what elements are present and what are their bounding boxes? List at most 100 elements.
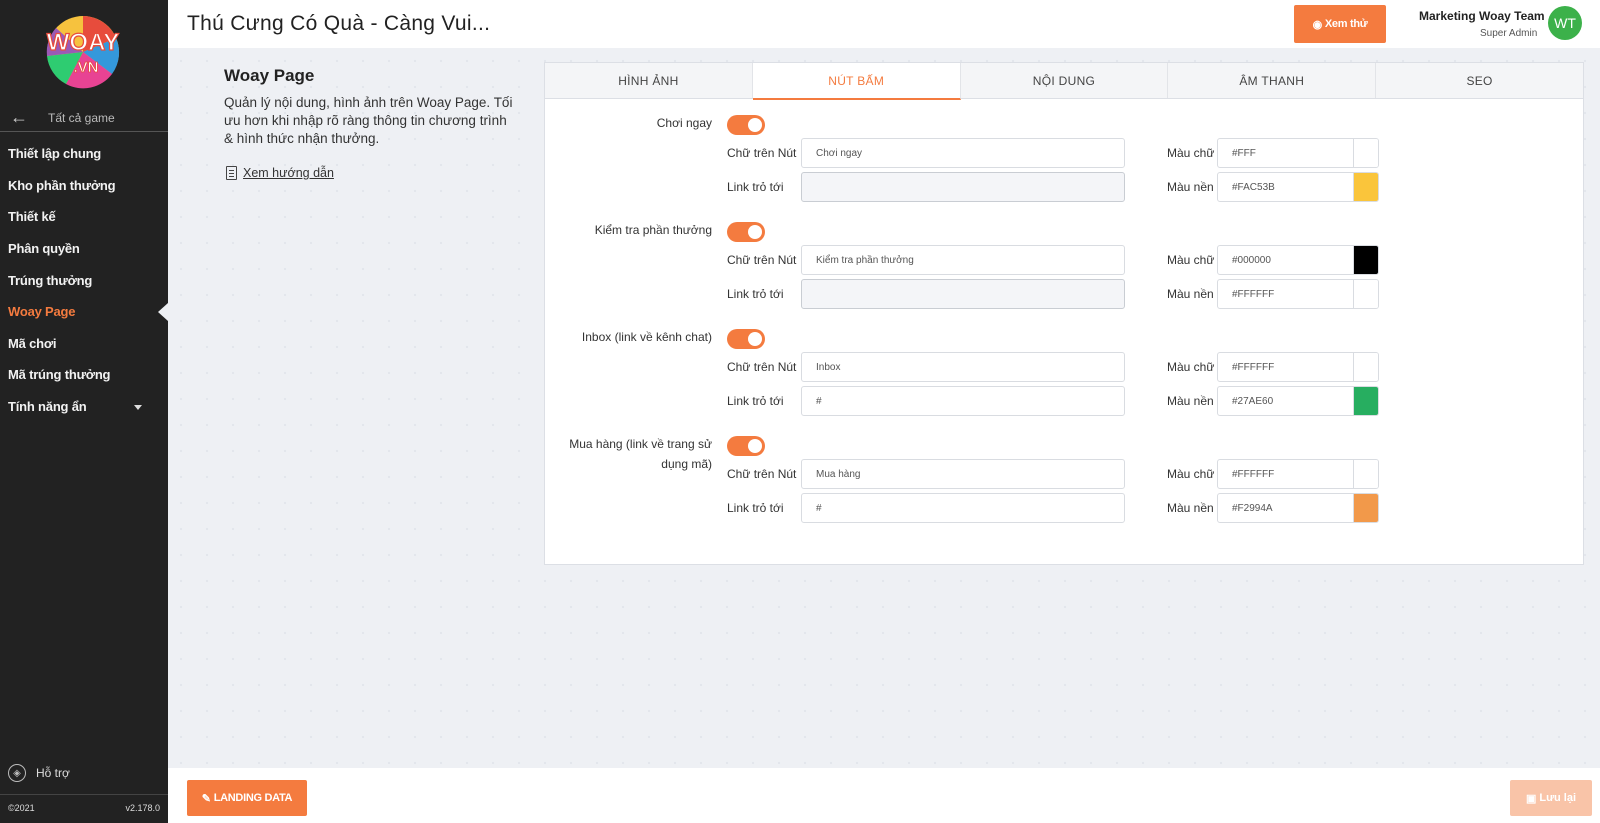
bg-color-value: #F2994A	[1232, 502, 1273, 514]
pencil-icon: ✎	[201, 792, 211, 805]
tab-bar: HÌNH ẢNH NÚT BẤM NỘI DUNG ÂM THANH SEO	[545, 63, 1583, 100]
bg-color-swatch[interactable]	[1353, 494, 1378, 522]
bg-color-field[interactable]: #F2994A	[1217, 493, 1379, 523]
back-to-all-games[interactable]: ← Tất cả game	[0, 104, 168, 132]
section-title: Woay Page	[224, 66, 315, 85]
button-text-label: Chữ trên Nút	[727, 253, 797, 267]
text-color-label: Màu chữ	[1167, 146, 1215, 160]
page-title: Thú Cưng Có Quà - Càng Vui...	[187, 12, 491, 35]
sidebar-item-winners[interactable]: Trúng thưởng	[0, 264, 168, 296]
text-color-swatch[interactable]	[1353, 353, 1378, 381]
link-input[interactable]	[801, 279, 1125, 309]
preview-button[interactable]: ◉ Xem thử	[1294, 5, 1386, 43]
text-color-field[interactable]: #FFFFFF	[1217, 459, 1379, 489]
logo-sub: .VN	[73, 59, 98, 76]
bg-color-value: #FAC53B	[1232, 181, 1275, 193]
text-color-label: Màu chữ	[1167, 253, 1215, 267]
text-color-label: Màu chữ	[1167, 360, 1215, 374]
sidebar-item-rewards[interactable]: Kho phần thưởng	[0, 170, 168, 202]
text-color-field[interactable]: #FFF	[1217, 138, 1379, 168]
eye-icon: ◉	[1312, 18, 1323, 31]
link-input[interactable]	[801, 172, 1125, 202]
landing-data-button[interactable]: ✎ LANDING DATA	[187, 780, 307, 816]
button-text-label: Chữ trên Nút	[727, 146, 797, 160]
sidebar-item-permissions[interactable]: Phân quyền	[0, 233, 168, 265]
button-text-input[interactable]: Inbox	[801, 352, 1125, 382]
enable-toggle[interactable]	[727, 222, 765, 242]
woay-logo[interactable]: WOAY .VN	[36, 12, 130, 90]
sidebar-item-general-settings[interactable]: Thiết lập chung	[0, 138, 168, 170]
avatar[interactable]: WT	[1548, 6, 1582, 40]
text-color-value: #FFF	[1232, 147, 1256, 159]
guide-link[interactable]: Xem hướng dẫn	[226, 166, 334, 180]
link-label: Link trỏ tới	[727, 180, 784, 194]
text-color-value: #FFFFFF	[1232, 468, 1275, 480]
top-header: Thú Cưng Có Quà - Càng Vui... ◉ Xem thử …	[168, 0, 1600, 48]
bottom-action-bar: ✎ LANDING DATA ▣ Lưu lại	[168, 768, 1600, 823]
text-color-value: #000000	[1232, 254, 1271, 266]
save-button[interactable]: ▣ Lưu lại	[1510, 780, 1592, 816]
text-color-field[interactable]: #000000	[1217, 245, 1379, 275]
button-text-input[interactable]: Kiểm tra phần thưởng	[801, 245, 1125, 275]
sidebar-item-hidden-features[interactable]: Tính năng ẩn	[0, 391, 168, 423]
group-label: Inbox (link về kênh chat)	[581, 330, 712, 344]
tab-seo[interactable]: SEO	[1376, 63, 1583, 98]
group-label: Mua hàng (link về trang sử dụng mã)	[569, 437, 712, 471]
bg-color-field[interactable]: #FAC53B	[1217, 172, 1379, 202]
enable-toggle[interactable]	[727, 436, 765, 456]
caret-down-icon	[134, 404, 142, 410]
text-color-value: #FFFFFF	[1232, 361, 1275, 373]
landing-data-label: LANDING DATA	[213, 792, 293, 804]
save-label: Lưu lại	[1539, 792, 1577, 804]
bg-color-swatch[interactable]	[1353, 387, 1378, 415]
enable-toggle[interactable]	[727, 115, 765, 135]
sidebar-item-design[interactable]: Thiết kế	[0, 201, 168, 233]
link-label: Link trỏ tới	[727, 287, 784, 301]
link-input[interactable]: #	[801, 493, 1125, 523]
support-label: Hỗ trợ	[36, 766, 70, 780]
guide-link-label: Xem hướng dẫn	[243, 166, 334, 180]
bg-color-label: Màu nền	[1167, 287, 1214, 301]
button-text-input[interactable]: Chơi ngay	[801, 138, 1125, 168]
compass-icon: ◈	[8, 764, 26, 782]
sidebar-item-woay-page[interactable]: Woay Page	[0, 296, 168, 328]
back-label: Tất cả game	[48, 110, 115, 125]
bg-color-value: #27AE60	[1232, 395, 1274, 407]
support-link[interactable]: ◈ Hỗ trợ	[8, 764, 70, 782]
bg-color-swatch[interactable]	[1353, 280, 1378, 308]
tab-buttons[interactable]: NÚT BẤM	[752, 63, 961, 100]
bg-color-value: #FFFFFF	[1232, 288, 1275, 300]
tab-content[interactable]: NỘI DUNG	[961, 63, 1169, 98]
link-label: Link trỏ tới	[727, 501, 784, 515]
tab-sound[interactable]: ÂM THANH	[1168, 63, 1377, 98]
arrow-left-icon: ←	[10, 107, 28, 127]
group-label: Kiểm tra phần thưởng	[594, 223, 712, 237]
version: v2.178.0	[125, 803, 160, 813]
logo-text: WOAY	[47, 29, 119, 56]
text-color-field[interactable]: #FFFFFF	[1217, 352, 1379, 382]
button-text-input[interactable]: Mua hàng	[801, 459, 1125, 489]
document-icon	[226, 166, 237, 180]
sidebar-item-play-codes[interactable]: Mã chơi	[0, 328, 168, 360]
copyright: ©2021	[8, 803, 35, 813]
enable-toggle[interactable]	[727, 329, 765, 349]
text-color-swatch[interactable]	[1353, 139, 1378, 167]
bg-color-label: Màu nền	[1167, 180, 1214, 194]
text-color-swatch[interactable]	[1353, 460, 1378, 488]
text-color-swatch[interactable]	[1353, 246, 1378, 274]
sidebar-nav: Thiết lập chung Kho phần thưởng Thiết kế…	[0, 138, 168, 422]
group-label: Chơi ngay	[656, 116, 712, 130]
user-name[interactable]: Marketing Woay Team	[1419, 9, 1545, 23]
tab-images[interactable]: HÌNH ẢNH	[545, 63, 753, 98]
bg-color-field[interactable]: #FFFFFF	[1217, 279, 1379, 309]
bg-color-label: Màu nền	[1167, 501, 1214, 515]
button-text-label: Chữ trên Nút	[727, 467, 797, 481]
sidebar-footer: ©2021 v2.178.0	[0, 794, 168, 813]
save-icon: ▣	[1525, 792, 1537, 805]
bg-color-label: Màu nền	[1167, 394, 1214, 408]
main-content: Woay Page Quản lý nội dung, hình ảnh trê…	[168, 48, 1600, 768]
link-input[interactable]: #	[801, 386, 1125, 416]
sidebar-item-winning-codes[interactable]: Mã trúng thưởng	[0, 359, 168, 391]
bg-color-field[interactable]: #27AE60	[1217, 386, 1379, 416]
bg-color-swatch[interactable]	[1353, 173, 1378, 201]
